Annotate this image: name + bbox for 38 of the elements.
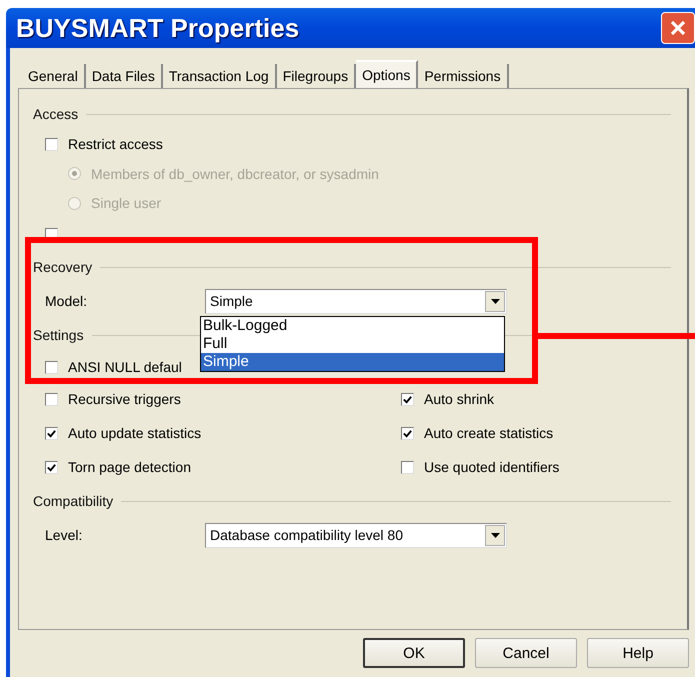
group-label: Access bbox=[33, 106, 78, 122]
dropdown-arrow-icon bbox=[490, 532, 500, 538]
dropdown-arrow-icon bbox=[490, 298, 500, 304]
model-dropdown[interactable]: Simple bbox=[205, 288, 507, 314]
checkbox[interactable] bbox=[45, 460, 58, 474]
level-dropdown[interactable]: Database compatibility level 80 bbox=[205, 522, 507, 548]
dialog-button[interactable]: Help bbox=[587, 638, 689, 668]
group-label: Compatibility bbox=[33, 493, 114, 509]
checkbox[interactable] bbox=[45, 138, 58, 150]
dialog-button[interactable]: OK bbox=[363, 638, 465, 668]
group-label: Settings bbox=[33, 327, 84, 343]
checkbox[interactable] bbox=[45, 426, 58, 440]
dialog-button[interactable]: Cancel bbox=[475, 638, 577, 668]
checkbox-label: ANSI NULL defaul bbox=[68, 359, 182, 375]
window-title: BUYSMART Properties bbox=[15, 12, 300, 44]
dropdown-option[interactable]: Bulk-Logged bbox=[201, 317, 504, 335]
radio-label: Members of db_owner, dbcreator, or sysadmin bbox=[91, 166, 379, 182]
checkbox[interactable] bbox=[401, 460, 414, 474]
checkbox-label: Auto shrink bbox=[424, 391, 494, 407]
checkbox[interactable] bbox=[401, 426, 414, 440]
checkbox-label: Auto create statistics bbox=[424, 425, 554, 441]
field-label: Model: bbox=[45, 293, 88, 309]
checkbox[interactable] bbox=[401, 392, 414, 406]
group-label: Recovery bbox=[33, 259, 92, 275]
checkbox-label: Torn page detection bbox=[68, 459, 191, 475]
radio-label: Single user bbox=[91, 195, 162, 211]
dropdown-option[interactable]: Simple bbox=[201, 353, 504, 371]
close-button[interactable] bbox=[661, 12, 695, 44]
checkbox[interactable] bbox=[45, 392, 58, 406]
checkbox-label: Auto update statistics bbox=[68, 425, 202, 441]
checkbox-label: Use quoted identifiers bbox=[424, 459, 560, 475]
tab[interactable]: Options bbox=[356, 60, 418, 88]
checkbox-label: Restrict access bbox=[68, 136, 163, 152]
dropdown-option[interactable]: Full bbox=[201, 335, 504, 353]
field-label: Level: bbox=[45, 527, 84, 543]
close-icon bbox=[669, 19, 687, 37]
checkbox[interactable] bbox=[45, 360, 58, 374]
checkbox-label: Recursive triggers bbox=[68, 391, 181, 407]
